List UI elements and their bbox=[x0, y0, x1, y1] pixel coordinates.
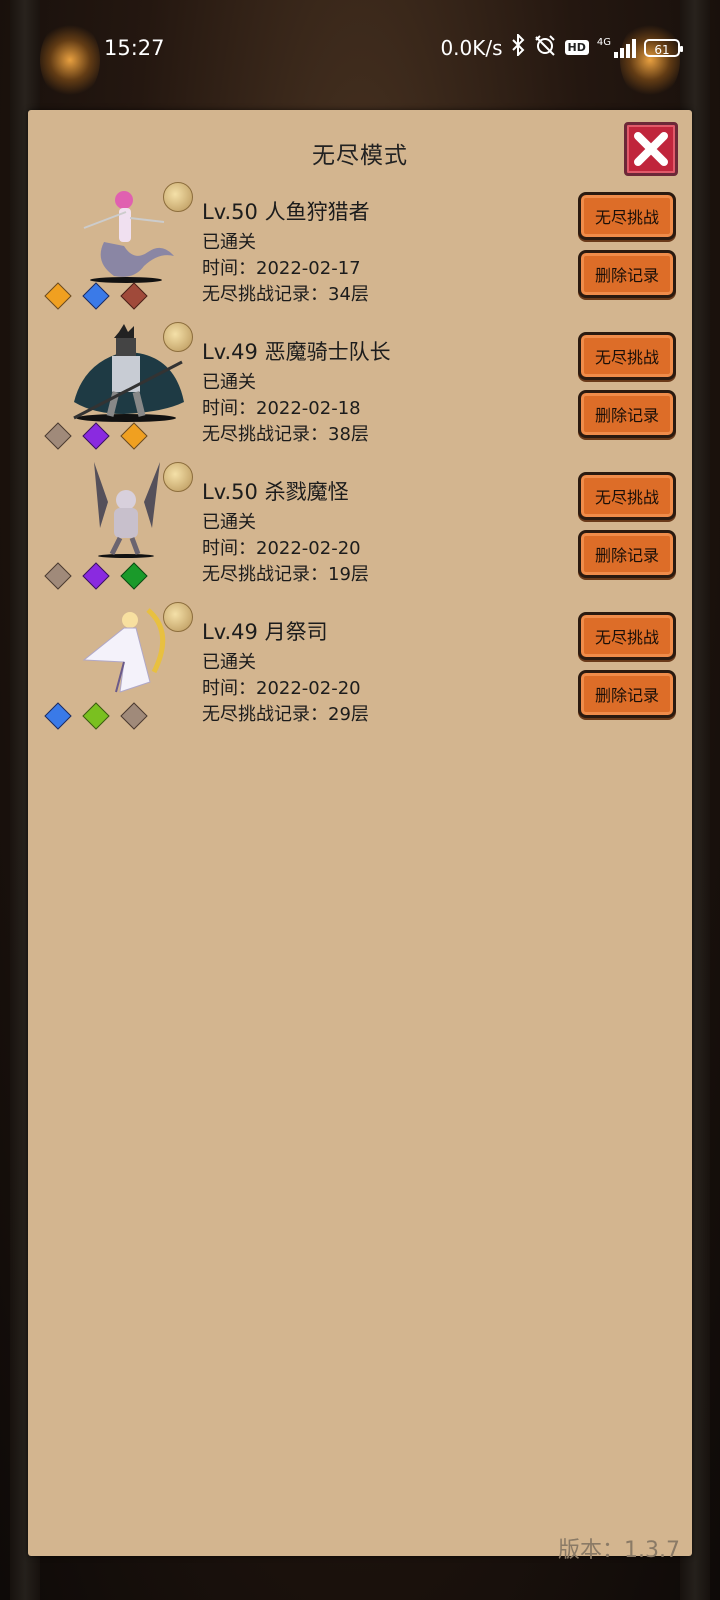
gem-icon bbox=[44, 282, 72, 310]
bluetooth-icon bbox=[511, 32, 525, 61]
signal-label: 4G bbox=[596, 36, 611, 48]
status-bar: 15:27 0.0K/s HD 4G 61 bbox=[0, 0, 720, 100]
record-info: Lv.49 月祭司 已通关 时间：2022-02-20 无尽挑战记录：29层 bbox=[202, 616, 369, 728]
boss-name: Lv.50 杀戮魔怪 bbox=[202, 480, 349, 504]
battery-icon: 61 bbox=[644, 38, 683, 57]
inspect-icon[interactable] bbox=[163, 322, 193, 352]
inspect-icon[interactable] bbox=[163, 602, 193, 632]
record-info: Lv.50 人鱼狩猎者 已通关 时间：2022-02-17 无尽挑战记录：34层 bbox=[202, 196, 370, 308]
gem-icon bbox=[44, 422, 72, 450]
record-date: 时间：2022-02-20 bbox=[202, 538, 361, 559]
version-text: 版本：1.3.7 bbox=[558, 1538, 680, 1563]
record-date: 时间：2022-02-20 bbox=[202, 678, 361, 699]
gem-icon bbox=[120, 422, 148, 450]
delete-record-button[interactable]: 删除记录 bbox=[578, 390, 676, 438]
inspect-icon[interactable] bbox=[163, 462, 193, 492]
boss-name: Lv.49 月祭司 bbox=[202, 620, 328, 644]
endless-record: 无尽挑战记录：19层 bbox=[202, 564, 369, 585]
endless-challenge-button[interactable]: 无尽挑战 bbox=[578, 332, 676, 380]
close-x-icon bbox=[634, 132, 668, 166]
gem-icon bbox=[44, 702, 72, 730]
gem-icon bbox=[82, 422, 110, 450]
boss-name: Lv.49 恶魔骑士队长 bbox=[202, 340, 391, 364]
gem-slots bbox=[44, 422, 148, 450]
record-row: Lv.49 恶魔骑士队长 已通关 时间：2022-02-18 无尽挑战记录：38… bbox=[28, 322, 692, 462]
hd-badge: HD bbox=[564, 40, 589, 55]
clear-status: 已通关 bbox=[202, 372, 256, 393]
record-date: 时间：2022-02-17 bbox=[202, 258, 361, 279]
close-button[interactable] bbox=[624, 122, 678, 176]
status-icons: 0.0K/s HD 4G 61 bbox=[440, 32, 683, 61]
gem-icon bbox=[120, 282, 148, 310]
delete-record-button[interactable]: 删除记录 bbox=[578, 530, 676, 578]
status-time: 15:27 bbox=[104, 36, 165, 60]
gem-icon bbox=[120, 702, 148, 730]
alarm-off-icon bbox=[533, 34, 557, 61]
boss-name: Lv.50 人鱼狩猎者 bbox=[202, 200, 370, 224]
delete-record-button[interactable]: 删除记录 bbox=[578, 250, 676, 298]
gem-icon bbox=[82, 562, 110, 590]
network-speed: 0.0K/s bbox=[440, 35, 503, 60]
gem-slots bbox=[44, 562, 148, 590]
record-info: Lv.50 杀戮魔怪 已通关 时间：2022-02-20 无尽挑战记录：19层 bbox=[202, 476, 369, 588]
record-row: Lv.50 杀戮魔怪 已通关 时间：2022-02-20 无尽挑战记录：19层 … bbox=[28, 462, 692, 602]
gem-icon bbox=[82, 282, 110, 310]
record-row: Lv.49 月祭司 已通关 时间：2022-02-20 无尽挑战记录：29层 无… bbox=[28, 602, 692, 742]
gem-slots bbox=[44, 282, 148, 310]
clear-status: 已通关 bbox=[202, 512, 256, 533]
delete-record-button[interactable]: 删除记录 bbox=[578, 670, 676, 718]
clear-status: 已通关 bbox=[202, 652, 256, 673]
record-date: 时间：2022-02-18 bbox=[202, 398, 361, 419]
gem-slots bbox=[44, 702, 148, 730]
inspect-icon[interactable] bbox=[163, 182, 193, 212]
endless-challenge-button[interactable]: 无尽挑战 bbox=[578, 472, 676, 520]
panel-title: 无尽模式 bbox=[312, 143, 408, 169]
clear-status: 已通关 bbox=[202, 232, 256, 253]
endless-challenge-button[interactable]: 无尽挑战 bbox=[578, 192, 676, 240]
endless-mode-panel: 无尽模式 Lv.50 人鱼狩猎者 已通关 时间：2022-02-17 无尽挑战记… bbox=[28, 110, 692, 1556]
gem-icon bbox=[82, 702, 110, 730]
record-row: Lv.50 人鱼狩猎者 已通关 时间：2022-02-17 无尽挑战记录：34层… bbox=[28, 182, 692, 322]
signal-icon: 4G bbox=[596, 36, 636, 58]
record-info: Lv.49 恶魔骑士队长 已通关 时间：2022-02-18 无尽挑战记录：38… bbox=[202, 336, 391, 448]
endless-record: 无尽挑战记录：34层 bbox=[202, 284, 369, 305]
gem-icon bbox=[44, 562, 72, 590]
endless-record: 无尽挑战记录：29层 bbox=[202, 704, 369, 725]
endless-challenge-button[interactable]: 无尽挑战 bbox=[578, 612, 676, 660]
gem-icon bbox=[120, 562, 148, 590]
endless-record: 无尽挑战记录：38层 bbox=[202, 424, 369, 445]
